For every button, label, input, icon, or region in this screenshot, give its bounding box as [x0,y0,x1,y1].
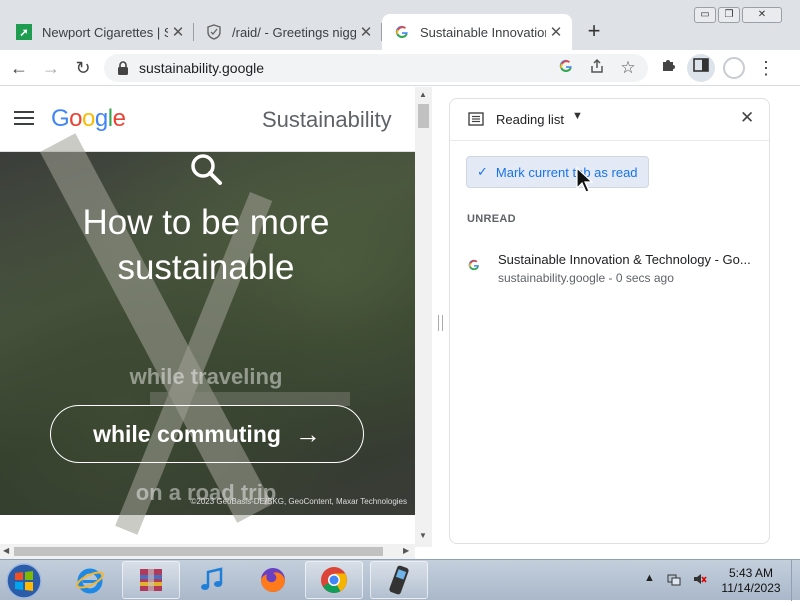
reading-list-item[interactable]: Sustainable Innovation & Technology - Go… [466,249,756,289]
tab-close-icon[interactable]: ✕ [546,23,566,41]
itunes-icon[interactable] [183,561,241,599]
logo-letter: o [69,105,83,132]
site-name: Sustainability [262,107,392,132]
tab-newport[interactable]: ➚ Newport Cigarettes | Sa ✕ [4,14,194,50]
scroll-left-arrow-icon[interactable]: ◀ [3,546,9,555]
tab-strip: ➚ Newport Cigarettes | Sa ✕ /raid/ - Gre… [0,0,800,50]
browser-toolbar: ← → ↻ sustainability.google ☆ ⋮ [0,50,800,86]
panel-header: Reading list ▼ ✕ [450,99,769,141]
web-page: Google Sustainability How to be more sus… [0,87,432,559]
hero-heading: How to be more sustainable [0,200,412,290]
nokia-pc-suite-icon[interactable] [370,561,428,599]
horizontal-scrollbar[interactable]: ◀ ▶ [0,544,415,559]
profile-avatar[interactable] [723,57,745,79]
lock-icon[interactable] [116,60,130,76]
road-image [150,392,350,406]
checkmark-icon: ✓ [477,164,488,179]
hamburger-menu-icon[interactable] [14,111,34,127]
logo-letter: G [51,105,70,132]
minimize-button[interactable]: ▭ [694,7,716,23]
dropdown-caret-icon[interactable]: ▼ [572,110,583,122]
logo-letter: g [94,105,108,132]
clock-date: 11/14/2023 [721,581,781,595]
newport-favicon-icon: ➚ [16,24,32,40]
cta-label: while commuting [93,420,281,447]
scroll-down-arrow-icon[interactable]: ▼ [419,531,427,540]
panel-selector[interactable]: Reading list [496,112,564,127]
show-desktop-button[interactable] [791,560,800,601]
kebab-menu-icon[interactable]: ⋮ [755,57,777,79]
reading-list-panel: Reading list ▼ ✕ ✓ Mark current tab as r… [449,98,770,544]
volume-muted-icon[interactable] [693,572,707,589]
address-bar[interactable]: sustainability.google ☆ [104,54,648,82]
search-icon[interactable] [189,152,223,186]
windows-start-button[interactable] [4,561,48,601]
logo-letter: e [112,105,126,132]
hero-heading-line: How to be more [82,203,330,242]
while-commuting-button[interactable]: while commuting → [50,405,364,463]
tab-raid[interactable]: /raid/ - Greetings nigge ✕ [194,14,382,50]
unread-section-label: UNREAD [467,213,516,225]
mouse-cursor-icon [576,166,594,193]
clock-time: 5:43 AM [728,566,774,580]
scroll-up-arrow-icon[interactable]: ▲ [419,90,427,99]
mark-as-read-label: Mark current tab as read [495,164,638,180]
scroll-right-arrow-icon[interactable]: ▶ [403,546,409,555]
extensions-puzzle-icon[interactable] [658,57,680,79]
tab-title: Newport Cigarettes | Sa [42,24,168,40]
close-window-button[interactable]: ✕ [742,7,782,23]
new-tab-button[interactable]: + [582,19,606,45]
window-controls: ▭ ❐ ✕ [694,7,782,23]
side-panel-icon[interactable] [687,54,715,82]
network-icon[interactable] [667,572,681,589]
item-title: Sustainable Innovation & Technology - Go… [498,252,750,267]
google-lens-icon[interactable] [556,58,576,78]
system-clock[interactable]: 5:43 AM 11/14/2023 [716,566,786,596]
scrollbar-thumb[interactable] [14,547,383,556]
back-button[interactable]: ← [8,57,30,79]
shield-favicon-icon [206,24,222,40]
vertical-scrollbar[interactable]: ▲ ▼ [415,87,432,547]
google-g-favicon-icon [468,259,480,274]
restore-button[interactable]: ❐ [718,7,740,23]
tab-close-icon[interactable]: ✕ [356,23,376,41]
chrome-icon[interactable] [305,561,363,599]
tab-title: /raid/ - Greetings nigge [232,24,356,40]
google-g-favicon-icon [394,24,410,40]
firefox-icon[interactable] [244,561,302,599]
logo-letter: o [82,105,95,132]
system-tray: ▲ [644,572,707,589]
windows-taskbar: ▲ 5:43 AM 11/14/2023 [0,559,800,601]
carousel-option-prev[interactable]: while traveling [0,364,412,390]
forward-button[interactable]: → [40,57,62,79]
arrow-right-icon: → [294,418,321,449]
hero-section: How to be more sustainable while traveli… [0,133,415,535]
hero-heading-line: sustainable [117,248,295,287]
close-panel-button[interactable]: ✕ [740,108,754,128]
item-subtitle: sustainability.google - 0 secs ago [498,271,674,285]
mark-as-read-button[interactable]: ✓ Mark current tab as read [466,156,649,188]
scrollbar-thumb[interactable] [418,104,429,128]
show-hidden-icons-arrow-icon[interactable]: ▲ [644,572,655,589]
share-icon[interactable] [587,58,607,78]
internet-explorer-icon[interactable] [61,561,119,599]
reading-list-icon [468,112,484,126]
url-text[interactable]: sustainability.google [139,60,264,76]
map-attribution: ©2023 GeoBasis-DE/BKG, GeoContent, Maxar… [190,497,407,506]
tab-sustainable-innovation[interactable]: Sustainable Innovation ✕ [382,14,572,50]
tab-title: Sustainable Innovation [420,24,546,40]
winrar-icon[interactable] [122,561,180,599]
tab-close-icon[interactable]: ✕ [168,23,188,41]
bookmark-star-icon[interactable]: ☆ [618,58,638,78]
side-panel-resize-handle[interactable] [438,315,443,331]
reload-button[interactable]: ↻ [72,57,94,79]
google-logo[interactable]: Google [51,105,126,133]
